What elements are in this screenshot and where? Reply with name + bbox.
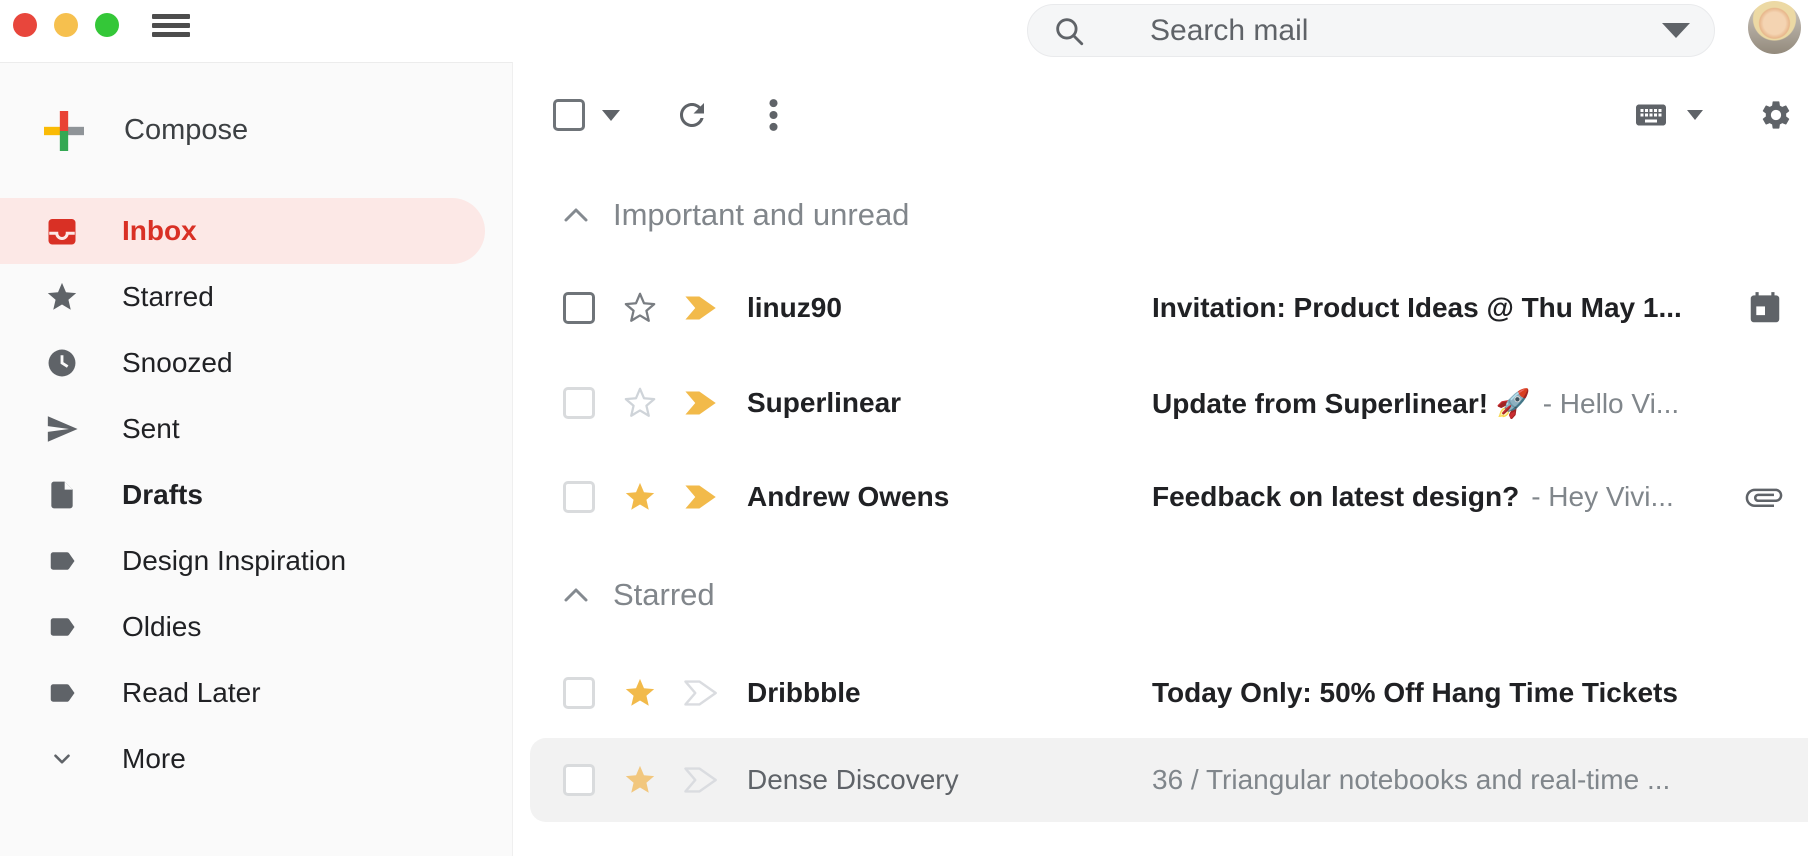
importance-marker-icon[interactable] [683,294,719,322]
importance-marker-outline-icon[interactable] [683,679,719,707]
section-header-important-unread: Important and unread [513,168,1808,262]
email-checkbox[interactable] [563,292,595,324]
email-snippet: - Hello Vi... [1543,388,1679,420]
sidebar-item-label: Inbox [122,215,197,247]
traffic-light-minimize[interactable] [54,13,78,37]
send-icon [45,412,79,446]
refresh-button[interactable] [674,97,710,133]
label-icon [45,678,79,708]
select-all-checkbox[interactable] [553,99,585,131]
search-bar[interactable] [1027,4,1715,57]
sidebar-item-label: Snoozed [122,347,233,379]
mail-list-pane: Important and unread linuz90 Invitation:… [513,62,1808,856]
email-checkbox[interactable] [563,677,595,709]
email-snippet: - Hey Vivi... [1531,481,1674,513]
more-options-button[interactable] [766,96,781,134]
keyboard-icon [1629,97,1673,133]
sidebar-item-design-inspiration[interactable]: Design Inspiration [0,528,485,594]
sidebar-item-starred[interactable]: Starred [0,264,485,330]
email-sender: linuz90 [747,292,1152,324]
sidebar-item-label: Design Inspiration [122,545,346,577]
email-row[interactable]: Andrew Owens Feedback on latest design? … [513,452,1808,542]
sidebar: Compose Inbox Starred [0,62,513,856]
keyboard-dropdown-icon[interactable] [1687,110,1703,120]
label-icon [45,546,79,576]
sidebar-item-label: More [122,743,186,775]
user-avatar[interactable] [1748,1,1801,54]
email-row[interactable]: Superlinear Update from Superlinear! 🚀 -… [513,354,1808,452]
calendar-icon [1746,289,1784,327]
sidebar-item-read-later[interactable]: Read Later [0,660,485,726]
clock-icon [45,346,79,380]
star-icon [45,280,79,314]
email-sender: Superlinear [747,387,1152,419]
star-filled-icon[interactable] [623,676,657,710]
chevron-up-icon[interactable] [563,207,589,223]
hamburger-icon [152,14,190,37]
inbox-icon [44,213,80,249]
email-sender: Dribbble [747,677,1152,709]
sidebar-item-inbox[interactable]: Inbox [0,198,485,264]
star-filled-icon[interactable] [623,763,657,797]
email-subject: Invitation: Product Ideas @ Thu May 1... [1152,292,1682,324]
more-vertical-icon [766,96,781,134]
star-outline-icon[interactable] [623,386,657,420]
email-subject: Feedback on latest design? [1152,481,1519,513]
list-toolbar [513,62,1808,168]
sidebar-item-sent[interactable]: Sent [0,396,485,462]
email-sender: Dense Discovery [747,764,1152,796]
importance-marker-icon[interactable] [683,483,719,511]
email-row[interactable]: Dribbble Today Only: 50% Off Hang Time T… [513,648,1808,738]
email-subject: Today Only: 50% Off Hang Time Tickets [1152,677,1678,709]
search-icon [1052,14,1086,48]
email-row-read[interactable]: Dense Discovery 36 / Triangular notebook… [530,738,1808,822]
email-sender: Andrew Owens [747,481,1152,513]
importance-marker-icon[interactable] [683,389,719,417]
compose-plus-icon [44,111,84,151]
importance-marker-outline-icon[interactable] [683,766,719,794]
sidebar-item-label: Drafts [122,479,203,511]
settings-button[interactable] [1759,98,1793,132]
sidebar-item-drafts[interactable]: Drafts [0,462,485,528]
section-title: Starred [613,577,715,613]
draft-icon [46,477,78,513]
email-checkbox[interactable] [563,481,595,513]
window-controls [13,13,119,37]
search-options-dropdown-icon[interactable] [1662,23,1690,38]
sidebar-item-label: Sent [122,413,180,445]
compose-button[interactable]: Compose [0,63,512,198]
input-tools-button[interactable] [1629,97,1673,133]
star-outline-icon[interactable] [623,291,657,325]
main-menu-button[interactable] [152,14,190,37]
select-dropdown-icon[interactable] [602,110,620,121]
section-header-starred: Starred [513,542,1808,648]
sidebar-item-oldies[interactable]: Oldies [0,594,485,660]
paperclip-icon [1744,477,1784,517]
gear-icon [1759,98,1793,132]
traffic-light-close[interactable] [13,13,37,37]
sidebar-item-more[interactable]: More [0,726,485,792]
email-row[interactable]: linuz90 Invitation: Product Ideas @ Thu … [513,262,1808,354]
star-filled-icon[interactable] [623,480,657,514]
sidebar-item-label: Oldies [122,611,201,643]
sidebar-item-label: Starred [122,281,214,313]
refresh-icon [674,97,710,133]
label-icon [45,612,79,642]
topbar [0,0,1808,62]
email-checkbox[interactable] [563,387,595,419]
sidebar-item-label: Read Later [122,677,261,709]
email-checkbox[interactable] [563,764,595,796]
compose-label: Compose [124,114,248,147]
email-subject: Update from Superlinear! 🚀 [1152,387,1531,420]
sidebar-item-snoozed[interactable]: Snoozed [0,330,485,396]
traffic-light-zoom[interactable] [95,13,119,37]
email-snippet: 36 / Triangular notebooks and real-time … [1152,764,1670,796]
gmail-window: Compose Inbox Starred [0,0,1808,856]
chevron-up-icon[interactable] [563,587,589,603]
chevron-down-icon [49,746,75,772]
search-input[interactable] [1148,13,1572,49]
section-title: Important and unread [613,197,909,233]
